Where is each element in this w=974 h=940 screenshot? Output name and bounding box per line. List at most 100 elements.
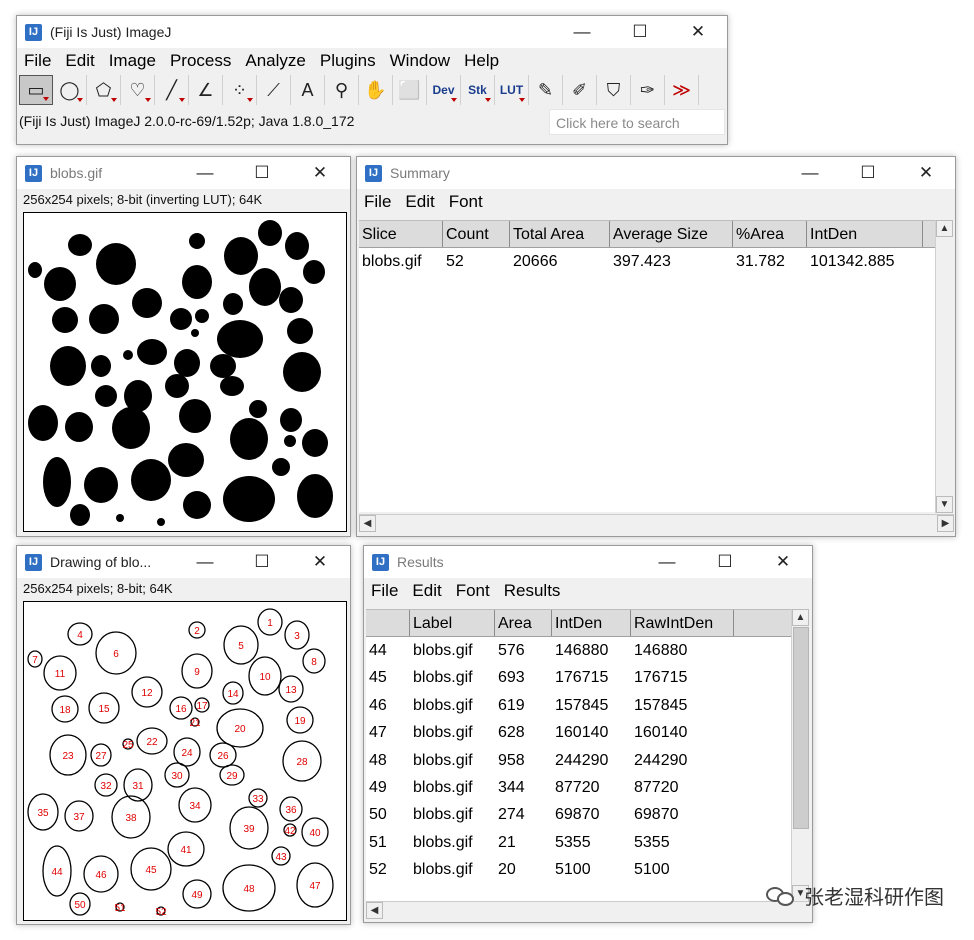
results-col-header[interactable]: IntDen	[552, 610, 631, 636]
summary-col-header[interactable]: Average Size	[610, 221, 733, 247]
color-picker-icon[interactable]: ⬜	[393, 75, 427, 105]
close-button[interactable]: ✕	[760, 546, 806, 578]
scroll-down-button[interactable]: ▼	[936, 496, 953, 513]
wand-tool-icon[interactable]: ⟋	[257, 75, 291, 105]
results-col-header[interactable]	[366, 610, 410, 636]
pencil-tool-icon[interactable]: ✎	[529, 75, 563, 105]
minimize-button[interactable]: —	[644, 546, 690, 578]
imagej-menu-plugins[interactable]: Plugins	[313, 48, 383, 73]
magnifier-tool-icon[interactable]: ⚲	[325, 75, 359, 105]
results-menu-file[interactable]: File	[364, 578, 405, 603]
results-col-header[interactable]: Area	[495, 610, 552, 636]
more-tools-icon[interactable]: ≫	[665, 75, 699, 105]
dropper-tool-icon[interactable]: ✑	[631, 75, 665, 105]
summary-horizontal-scrollbar[interactable]: ◀ ▶	[359, 514, 954, 533]
drawing-canvas[interactable]: 1 2 3 4 5 6 7 8 9 10 11 12 13 14 15 16 17 18 19 20 21 22 23 24 2…	[23, 601, 347, 921]
blob-label-29: 29	[226, 771, 238, 782]
table-row[interactable]: 46 blobs.gif 619 157845 157845	[366, 692, 791, 719]
table-row[interactable]: 51 blobs.gif 21 5355 5355	[366, 829, 791, 856]
summary-col-header[interactable]: %Area	[733, 221, 807, 247]
blob-label-36: 36	[285, 805, 297, 816]
table-row[interactable]: 48 blobs.gif 958 244290 244290	[366, 747, 791, 774]
scroll-left-button[interactable]: ◀	[366, 902, 383, 919]
results-scroll-thumb[interactable]	[793, 627, 809, 829]
summary-col-header[interactable]: IntDen	[807, 221, 923, 247]
table-row[interactable]: 44 blobs.gif 576 146880 146880	[366, 637, 791, 664]
search-input[interactable]: Click here to search	[549, 109, 725, 135]
polygon-tool-icon[interactable]: ⬠	[87, 75, 121, 105]
table-cell: 274	[498, 806, 525, 824]
line-tool-icon[interactable]: ╱	[155, 75, 189, 105]
blob-label-6: 6	[113, 649, 119, 660]
lut-menu-icon[interactable]: LUT	[495, 75, 529, 105]
results-menu-font[interactable]: Font	[449, 578, 497, 603]
drawing-titlebar[interactable]: IJ Drawing of blo... — ☐ ✕	[17, 546, 350, 578]
table-row[interactable]: 47 blobs.gif 628 160140 160140	[366, 719, 791, 746]
results-col-header[interactable]: Label	[410, 610, 495, 636]
flood-fill-icon[interactable]: ⛉	[597, 75, 631, 105]
stk-menu-icon[interactable]: Stk	[461, 75, 495, 105]
blob-5	[224, 237, 258, 275]
maximize-button[interactable]: ☐	[239, 546, 285, 578]
blobs-titlebar[interactable]: IJ blobs.gif — ☐ ✕	[17, 157, 350, 189]
brush-tool-icon[interactable]: ✐	[563, 75, 597, 105]
dev-menu-icon[interactable]: Dev	[427, 75, 461, 105]
maximize-button[interactable]: ☐	[702, 546, 748, 578]
angle-tool-icon[interactable]: ∠	[189, 75, 223, 105]
scroll-up-button[interactable]: ▲	[792, 609, 809, 626]
imagej-titlebar[interactable]: IJ (Fiji Is Just) ImageJ — ☐ ✕	[17, 16, 727, 48]
results-vertical-scrollbar[interactable]: ▲ ▼	[791, 609, 810, 902]
results-col-header[interactable]: RawIntDen	[631, 610, 734, 636]
close-button[interactable]: ✕	[297, 546, 343, 578]
close-button[interactable]: ✕	[675, 16, 721, 48]
imagej-menu-image[interactable]: Image	[102, 48, 163, 73]
multipoint-tool-icon[interactable]: ⁘	[223, 75, 257, 105]
table-row[interactable]: 50 blobs.gif 274 69870 69870	[366, 801, 791, 828]
imagej-menu-help[interactable]: Help	[457, 48, 506, 73]
maximize-button[interactable]: ☐	[239, 157, 285, 189]
table-row[interactable]: 49 blobs.gif 344 87720 87720	[366, 774, 791, 801]
summary-col-header[interactable]: Total Area	[510, 221, 610, 247]
results-horizontal-scrollbar[interactable]: ◀	[366, 901, 810, 920]
table-row[interactable]: blobs.gif 52 20666 397.423 31.782 101342.885	[359, 248, 935, 275]
blob-39	[230, 418, 268, 460]
scroll-left-button[interactable]: ◀	[359, 515, 376, 532]
imagej-statusbar: (Fiji Is Just) ImageJ 2.0.0-rc-69/1.52p;…	[17, 107, 727, 135]
freehand-tool-icon[interactable]: ♡	[121, 75, 155, 105]
maximize-button[interactable]: ☐	[845, 157, 891, 189]
scroll-right-button[interactable]: ▶	[937, 515, 954, 532]
close-button[interactable]: ✕	[297, 157, 343, 189]
imagej-menu-edit[interactable]: Edit	[58, 48, 101, 73]
oval-tool-icon[interactable]: ◯	[53, 75, 87, 105]
minimize-button[interactable]: —	[182, 157, 228, 189]
imagej-menu-file[interactable]: File	[17, 48, 58, 73]
summary-vertical-scrollbar[interactable]: ▲ ▼	[935, 220, 954, 513]
summary-menubar: File Edit Font	[357, 189, 955, 214]
imagej-menu-window[interactable]: Window	[383, 48, 457, 73]
imagej-menu-analyze[interactable]: Analyze	[238, 48, 312, 73]
maximize-button[interactable]: ☐	[617, 16, 663, 48]
blobs-image-canvas[interactable]	[23, 212, 347, 532]
rectangle-tool-icon[interactable]: ▭	[19, 75, 53, 105]
blob-24	[174, 349, 200, 377]
text-tool-icon[interactable]: A	[291, 75, 325, 105]
results-titlebar[interactable]: IJ Results — ☐ ✕	[364, 546, 812, 578]
minimize-button[interactable]: —	[787, 157, 833, 189]
summary-menu-edit[interactable]: Edit	[398, 189, 441, 214]
minimize-button[interactable]: —	[182, 546, 228, 578]
minimize-button[interactable]: —	[559, 16, 605, 48]
imagej-menu-process[interactable]: Process	[163, 48, 238, 73]
results-menu-results[interactable]: Results	[497, 578, 568, 603]
results-menu-edit[interactable]: Edit	[405, 578, 448, 603]
summary-col-header[interactable]: Slice	[359, 221, 443, 247]
hand-tool-icon[interactable]: ✋	[359, 75, 393, 105]
summary-titlebar[interactable]: IJ Summary — ☐ ✕	[357, 157, 955, 189]
summary-col-header[interactable]: Count	[443, 221, 510, 247]
table-row[interactable]: 52 blobs.gif 20 5100 5100	[366, 856, 791, 883]
close-button[interactable]: ✕	[903, 157, 949, 189]
blob-41	[168, 443, 204, 477]
summary-menu-file[interactable]: File	[357, 189, 398, 214]
scroll-up-button[interactable]: ▲	[936, 220, 953, 237]
table-row[interactable]: 45 blobs.gif 693 176715 176715	[366, 664, 791, 691]
summary-menu-font[interactable]: Font	[442, 189, 490, 214]
